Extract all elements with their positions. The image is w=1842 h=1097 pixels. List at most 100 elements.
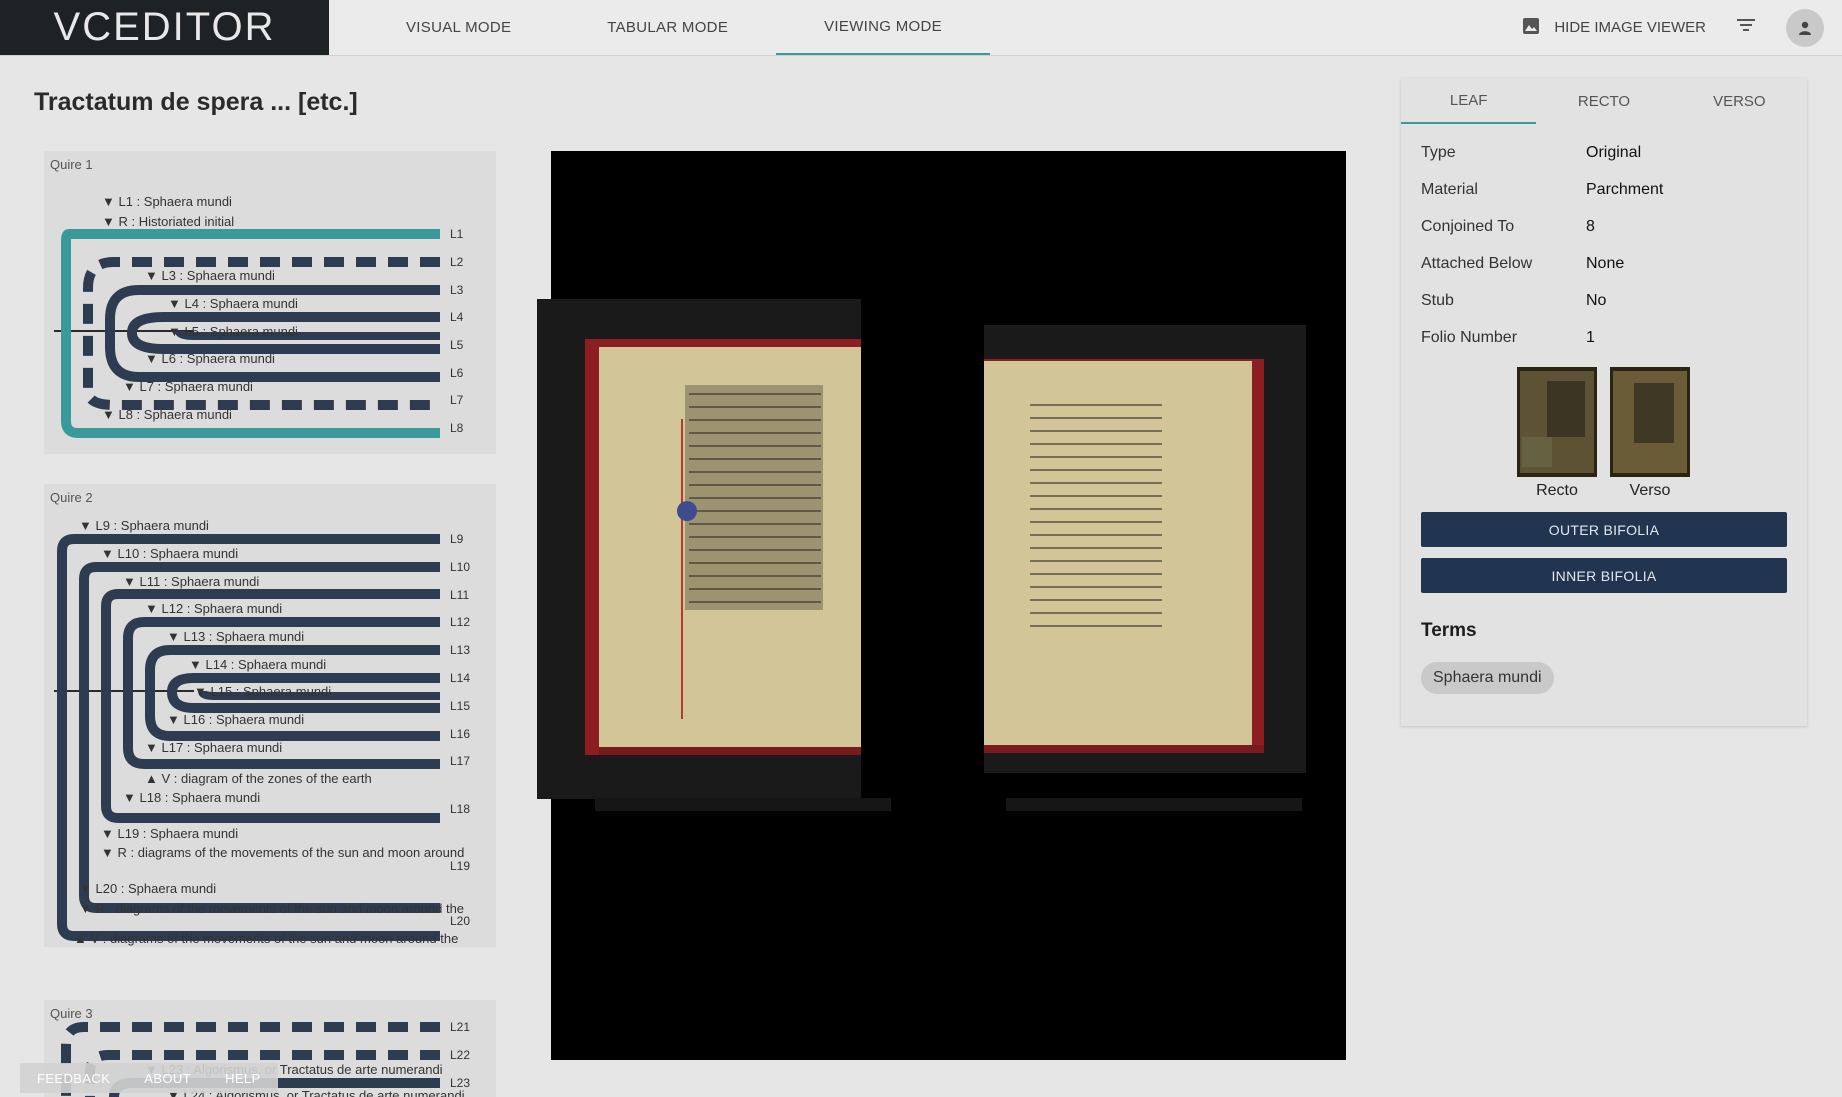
panel-tabs: LEAF RECTO VERSO: [1401, 78, 1807, 124]
leaf-info-panel: LEAF RECTO VERSO Type Original Material …: [1401, 78, 1807, 726]
triangle-icon[interactable]: ▼: [194, 684, 210, 699]
leaf-annotation[interactable]: ▼ R : Historiated initial: [102, 214, 234, 229]
triangle-icon[interactable]: ▼: [145, 268, 161, 283]
leaf-label-L6[interactable]: ▼ L6 : Sphaera mundi: [145, 351, 275, 366]
triangle-icon[interactable]: ▼: [168, 296, 184, 311]
leaf-label-L13[interactable]: ▼ L13 : Sphaera mundi: [167, 629, 304, 644]
page-title: Tractatum de spera ... [etc.]: [34, 88, 358, 116]
leaf-number: L6: [450, 366, 464, 380]
leaf-label-L14[interactable]: ▼ L14 : Sphaera mundi: [189, 657, 326, 672]
leaf-label-L3[interactable]: ▼ L3 : Sphaera mundi: [145, 268, 275, 283]
recto-thumbnail[interactable]: [1517, 367, 1597, 477]
filter-icon[interactable]: [1736, 17, 1756, 38]
tab-recto[interactable]: RECTO: [1536, 78, 1671, 124]
triangle-icon[interactable]: ▲: [145, 771, 161, 786]
about-link[interactable]: ABOUT: [127, 1071, 208, 1086]
triangle-icon[interactable]: ▲: [74, 931, 90, 946]
tab-leaf[interactable]: LEAF: [1401, 78, 1537, 124]
help-link[interactable]: HELP: [208, 1071, 278, 1086]
leaf-number: L10: [450, 560, 471, 574]
attribute-key: Folio Number: [1421, 329, 1518, 346]
attribute-value[interactable]: None: [1586, 255, 1624, 273]
mode-tabs: VISUAL MODE TABULAR MODE VIEWING MODE: [358, 0, 990, 55]
recto-page-image[interactable]: [537, 299, 861, 799]
attribute-value[interactable]: Parchment: [1586, 181, 1663, 199]
triangle-icon[interactable]: ▼: [101, 826, 117, 841]
leaf-annotation[interactable]: ▼ R : diagrams of the movements of the s…: [101, 845, 464, 860]
quire-1: Quire 1 ▼ L1 : Sphaera mundi ▼ R : Histo…: [44, 151, 496, 454]
leaf-number: L13: [450, 643, 471, 657]
tab-viewing-mode[interactable]: VIEWING MODE: [776, 0, 990, 55]
top-actions: HIDE IMAGE VIEWER: [1522, 0, 1842, 55]
triangle-icon[interactable]: ▼: [101, 546, 117, 561]
triangle-icon[interactable]: ▼: [102, 214, 118, 229]
leaf-number: L12: [450, 615, 471, 629]
attribute-key: Conjoined To: [1421, 218, 1515, 235]
outer-bifolia-button[interactable]: OUTER BIFOLIA: [1421, 512, 1787, 547]
leaf-label-L16[interactable]: ▼ L16 : Sphaera mundi: [167, 712, 304, 727]
leaf-number: L17: [450, 754, 471, 768]
tab-verso[interactable]: VERSO: [1672, 78, 1807, 124]
hide-image-viewer-button[interactable]: HIDE IMAGE VIEWER: [1522, 17, 1706, 39]
quire-2: Quire 2 ▼ L9 : Sphaera mundi ▼ L10 : Sph…: [44, 484, 496, 947]
tab-tabular-mode[interactable]: TABULAR MODE: [559, 0, 776, 55]
triangle-icon[interactable]: ▼: [79, 901, 95, 916]
tab-visual-mode[interactable]: VISUAL MODE: [358, 0, 559, 55]
leaf-number: L16: [450, 727, 471, 741]
terms-heading: Terms: [1421, 620, 1477, 641]
triangle-icon[interactable]: ▼: [123, 379, 139, 394]
verso-thumbnail[interactable]: [1610, 367, 1690, 477]
recto-thumbnail-caption: Recto: [1536, 482, 1578, 499]
inner-bifolia-button[interactable]: INNER BIFOLIA: [1421, 558, 1787, 593]
leaf-label-L5[interactable]: ▼ L5 : Sphaera mundi: [168, 324, 298, 339]
triangle-icon[interactable]: ▼: [102, 407, 118, 422]
leaf-label-L20[interactable]: ▼ L20 : Sphaera mundi: [79, 881, 216, 896]
leaf-label-L18[interactable]: ▼ L18 : Sphaera mundi: [123, 790, 260, 805]
leaf-number: L21: [450, 1020, 471, 1034]
leaf-label-L8[interactable]: ▼ L8 : Sphaera mundi: [102, 407, 232, 422]
triangle-icon[interactable]: ▼: [168, 324, 184, 339]
triangle-icon[interactable]: ▼: [189, 657, 205, 672]
triangle-icon[interactable]: ▼: [102, 194, 118, 209]
attribute-value[interactable]: Original: [1586, 144, 1641, 162]
account-icon[interactable]: [1786, 8, 1824, 47]
leaf-number: L5: [450, 338, 464, 352]
leaf-annotation[interactable]: ▲ V : diagram of the zones of the earth: [145, 771, 372, 786]
footer: FEEDBACK ABOUT HELP: [20, 1063, 278, 1093]
leaf-label-L12[interactable]: ▼ L12 : Sphaera mundi: [145, 601, 282, 616]
leaf-number: L22: [450, 1048, 471, 1062]
attribute-value[interactable]: No: [1586, 292, 1606, 310]
leaf-annotation[interactable]: ▲ V : diagrams of the movements of the s…: [74, 931, 458, 946]
verso-page-image[interactable]: [984, 325, 1306, 773]
leaf-label-L9[interactable]: ▼ L9 : Sphaera mundi: [79, 518, 209, 533]
verso-scrollbar[interactable]: [1006, 798, 1302, 811]
leaf-label-L17[interactable]: ▼ L17 : Sphaera mundi: [145, 740, 282, 755]
triangle-icon[interactable]: ▼: [167, 712, 183, 727]
attribute-value[interactable]: 8: [1586, 218, 1595, 236]
leaf-label-L10[interactable]: ▼ L10 : Sphaera mundi: [101, 546, 238, 561]
leaf-label-L19[interactable]: ▼ L19 : Sphaera mundi: [101, 826, 238, 841]
triangle-icon[interactable]: ▼: [101, 845, 117, 860]
term-chip[interactable]: Sphaera mundi: [1421, 662, 1554, 694]
leaf-number: L19: [450, 859, 471, 873]
leaf-label-L1[interactable]: ▼ L1 : Sphaera mundi: [102, 194, 232, 209]
triangle-icon[interactable]: ▼: [123, 790, 139, 805]
triangle-icon[interactable]: ▼: [145, 601, 161, 616]
leaf-label-L4[interactable]: ▼ L4 : Sphaera mundi: [168, 296, 298, 311]
leaf-label-L7[interactable]: ▼ L7 : Sphaera mundi: [123, 379, 253, 394]
triangle-icon[interactable]: ▼: [145, 351, 161, 366]
leaf-label-L11[interactable]: ▼ L11 : Sphaera mundi: [123, 574, 259, 589]
recto-scrollbar[interactable]: [595, 798, 891, 811]
app-logo[interactable]: VCEDITOR: [0, 0, 329, 55]
triangle-icon[interactable]: ▼: [167, 629, 183, 644]
attribute-value[interactable]: 1: [1586, 329, 1595, 347]
triangle-icon[interactable]: ▼: [145, 740, 161, 755]
triangle-icon[interactable]: ▼: [123, 574, 139, 589]
leaf-label-L15[interactable]: ▼ L15 : Sphaera mundi: [194, 684, 331, 699]
leaf-number: L3: [450, 283, 464, 297]
leaf-annotation[interactable]: ▼ R : diagrams of the movements of the s…: [79, 901, 464, 916]
feedback-link[interactable]: FEEDBACK: [20, 1071, 127, 1086]
image-viewer[interactable]: [537, 151, 1346, 1060]
triangle-icon[interactable]: ▼: [79, 518, 95, 533]
triangle-icon[interactable]: ▼: [79, 881, 95, 896]
